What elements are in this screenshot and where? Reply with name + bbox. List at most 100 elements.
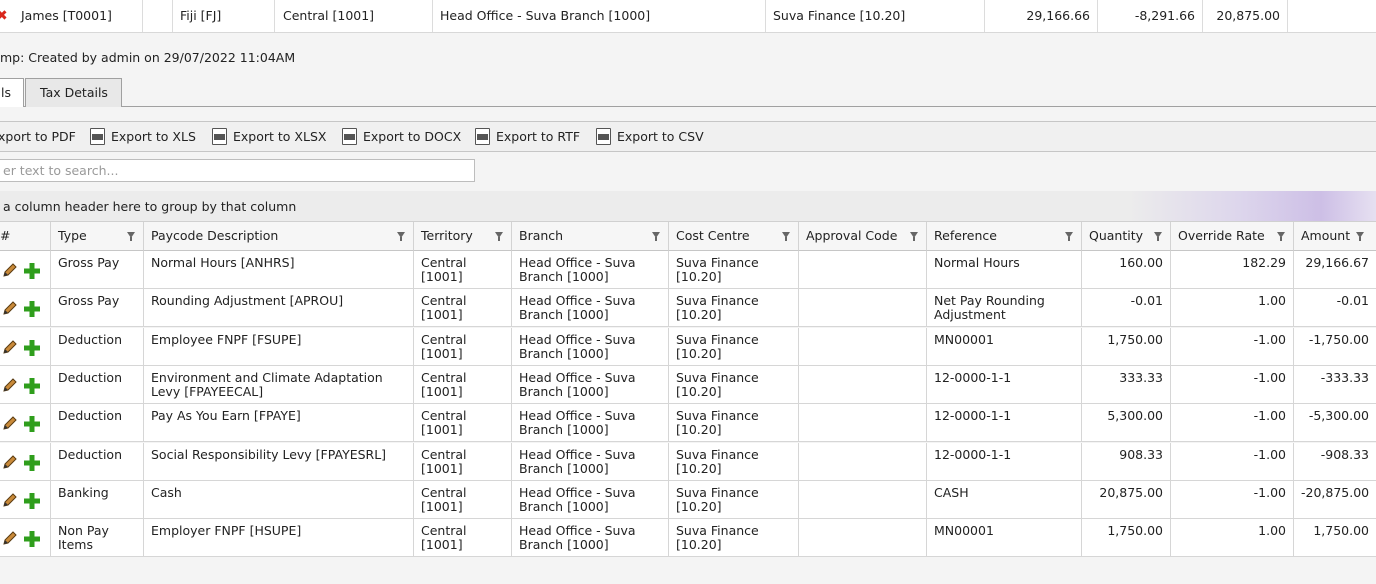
- export-xlsx-label: Export to XLSX: [233, 129, 327, 144]
- cell-approval-code: [799, 251, 927, 289]
- column-header-label: Paycode Description: [151, 228, 279, 243]
- cell-reference: 12-0000-1-1: [927, 442, 1082, 481]
- add-plus-icon[interactable]: [23, 415, 41, 433]
- column-header-label: Approval Code: [806, 228, 898, 243]
- add-plus-icon[interactable]: [23, 262, 41, 280]
- cell-paycode-description: Employee FNPF [FSUPE]: [144, 327, 414, 366]
- column-header-label: Branch: [519, 228, 564, 243]
- cell-approval-code: [799, 480, 927, 519]
- table-row[interactable]: Gross Pay Rounding Adjustment [APROU] Cent…: [0, 289, 1376, 328]
- export-xlsx-button[interactable]: Export to XLSX: [212, 122, 326, 151]
- cell-cost-centre: Suva Finance [10.20]: [669, 251, 799, 289]
- column-header-label: Amount: [1301, 228, 1351, 243]
- column-header-label: Reference: [934, 228, 997, 243]
- cell-actions: [0, 365, 51, 404]
- export-docx-button[interactable]: Export to DOCX: [342, 122, 461, 151]
- export-pdf-button[interactable]: xport to PDF: [0, 122, 76, 151]
- rtf-file-icon: [475, 128, 490, 145]
- add-plus-icon[interactable]: [23, 377, 41, 395]
- filter-icon[interactable]: [1154, 232, 1162, 241]
- column-header-override-rate[interactable]: Override Rate: [1171, 222, 1294, 251]
- group-by-hint: a column header here to group by that co…: [3, 199, 297, 214]
- filter-icon[interactable]: [782, 232, 790, 241]
- column-header-reference[interactable]: Reference: [927, 222, 1082, 251]
- cell-approval-code: [799, 519, 927, 558]
- cell-type: Deduction: [51, 442, 144, 481]
- table-row[interactable]: Non Pay Items Employer FNPF [HSUPE] Centra…: [0, 519, 1376, 558]
- export-xls-button[interactable]: Export to XLS: [90, 122, 196, 151]
- filter-icon[interactable]: [1277, 232, 1285, 241]
- table-row[interactable]: Gross Pay Normal Hours [ANHRS] Central [10…: [0, 251, 1376, 289]
- cell-territory: Central [1001]: [414, 404, 512, 443]
- filter-icon[interactable]: [652, 232, 660, 241]
- cell-actions: [0, 404, 51, 443]
- column-header-type[interactable]: Type: [51, 222, 144, 251]
- cell-reference: Net Pay Rounding Adjustment: [927, 289, 1082, 328]
- filter-icon[interactable]: [910, 232, 918, 241]
- cell-amount: -1,750.00: [1308, 331, 1369, 347]
- column-header-territory[interactable]: Territory: [414, 222, 512, 251]
- export-rtf-button[interactable]: Export to RTF: [475, 122, 580, 151]
- table-row[interactable]: Deduction Environment and Climate Adaptat…: [0, 365, 1376, 404]
- cell-reference: 12-0000-1-1: [927, 404, 1082, 443]
- search-input[interactable]: er text to search...: [0, 159, 475, 182]
- cell-type: Non Pay Items: [51, 519, 144, 558]
- group-by-panel[interactable]: a column header here to group by that co…: [0, 191, 1376, 222]
- table-row[interactable]: Deduction Employee FNPF [FSUPE] Central [1…: [0, 327, 1376, 366]
- cell-actions: [0, 480, 51, 519]
- table-row[interactable]: Deduction Pay As You Earn [FPAYE] Central …: [0, 404, 1376, 443]
- add-plus-icon[interactable]: [23, 492, 41, 510]
- edit-pencil-icon[interactable]: [1, 262, 18, 279]
- column-header-approval-code[interactable]: Approval Code: [799, 222, 927, 251]
- summary-cost-centre: Suva Finance [10.20]: [766, 0, 985, 32]
- cell-branch: Head Office - Suva Branch [1000]: [512, 289, 669, 328]
- edit-pencil-icon[interactable]: [1, 530, 18, 547]
- cell-quantity: 333.33: [1082, 365, 1171, 404]
- cell-reference: MN00001: [927, 327, 1082, 366]
- export-xls-label: Export to XLS: [111, 129, 196, 144]
- summary-gross: 29,166.66: [985, 0, 1098, 32]
- column-header-label: Territory: [421, 228, 473, 243]
- cell-branch: Head Office - Suva Branch [1000]: [512, 251, 669, 289]
- add-plus-icon[interactable]: [23, 454, 41, 472]
- tab-tax-details[interactable]: Tax Details: [25, 78, 122, 107]
- add-plus-icon[interactable]: [23, 339, 41, 357]
- edit-pencil-icon[interactable]: [1, 492, 18, 509]
- docx-file-icon: [342, 128, 357, 145]
- column-header-paycode-description[interactable]: Paycode Description: [144, 222, 414, 251]
- filter-icon[interactable]: [397, 232, 405, 241]
- filter-icon[interactable]: [495, 232, 503, 241]
- cell-cost-centre: Suva Finance [10.20]: [669, 327, 799, 366]
- cell-quantity: 5,300.00: [1082, 404, 1171, 443]
- filter-icon[interactable]: [127, 232, 135, 241]
- table-row[interactable]: Banking Cash Central [1001] Head Office - S…: [0, 480, 1376, 519]
- table-row[interactable]: Deduction Social Responsibility Levy [FPA…: [0, 442, 1376, 481]
- export-toolbar: xport to PDF Export to XLS Export to XLS…: [0, 121, 1376, 152]
- column-header-label: Type: [58, 228, 87, 243]
- edit-pencil-icon[interactable]: [1, 454, 18, 471]
- cell-quantity: -0.01: [1082, 289, 1171, 328]
- filter-icon[interactable]: [1065, 232, 1073, 241]
- cell-branch: Head Office - Suva Branch [1000]: [512, 404, 669, 443]
- edit-pencil-icon[interactable]: [1, 415, 18, 432]
- cell-quantity: 20,875.00: [1082, 480, 1171, 519]
- add-plus-icon[interactable]: [23, 300, 41, 318]
- export-csv-button[interactable]: Export to CSV: [596, 122, 704, 151]
- delete-icon[interactable]: ✖: [0, 9, 8, 23]
- tab-details[interactable]: ls: [0, 78, 24, 107]
- edit-pencil-icon[interactable]: [1, 377, 18, 394]
- filter-icon[interactable]: [1356, 232, 1364, 241]
- edit-pencil-icon[interactable]: [1, 339, 18, 356]
- edit-pencil-icon[interactable]: [1, 300, 18, 317]
- cell-paycode-description: Employer FNPF [HSUPE]: [144, 519, 414, 558]
- add-plus-icon[interactable]: [23, 530, 41, 548]
- summary-net: 20,875.00: [1203, 0, 1288, 32]
- column-header-cost-centre[interactable]: Cost Centre: [669, 222, 799, 251]
- column-header-quantity[interactable]: Quantity: [1082, 222, 1171, 251]
- summary-territory: Central [1001]: [276, 0, 433, 32]
- cell-branch: Head Office - Suva Branch [1000]: [512, 480, 669, 519]
- cell-actions: [0, 289, 51, 328]
- column-header-branch[interactable]: Branch: [512, 222, 669, 251]
- column-header-amount[interactable]: Amount: [1294, 222, 1376, 251]
- cell-reference: Normal Hours: [927, 251, 1082, 289]
